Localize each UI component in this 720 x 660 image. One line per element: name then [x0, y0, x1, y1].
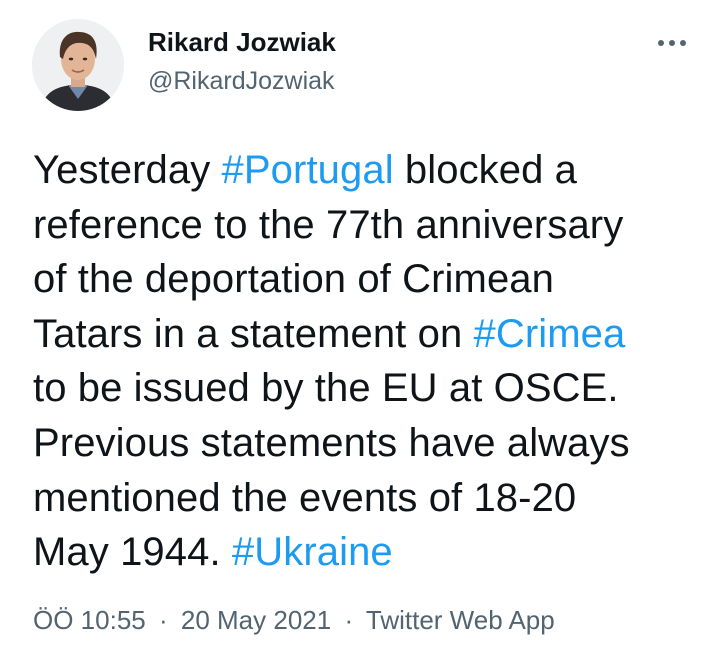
tweet-date[interactable]: 20 May 2021: [181, 605, 331, 635]
tweet-text-line: Yesterday #Portugal blocked a: [33, 143, 703, 198]
hashtag-link[interactable]: #Ukraine: [232, 530, 393, 574]
tweet-text: Yesterday #Portugal blocked a reference t…: [33, 143, 703, 580]
tweet-text-line: May 1944. #Ukraine: [33, 525, 703, 580]
tweet-text-segment: mentioned the events of 18-20: [33, 475, 577, 520]
tweet-text-segment: Previous statements have always: [33, 420, 630, 465]
tweet-text-segment: reference to the 77th anniversary: [33, 202, 624, 247]
meta-separator: ·: [158, 605, 168, 635]
tweet-text-segment: May 1944.: [33, 530, 232, 575]
tweet-text-line: reference to the 77th anniversary: [33, 198, 703, 253]
tweet-text-segment: blocked a: [393, 148, 578, 192]
tweet-text-segment: to be issued by the EU at OSCE.: [33, 366, 619, 411]
dot: [669, 40, 675, 46]
avatar-photo: [32, 19, 124, 111]
tweet-text-line: of the deportation of Crimean: [33, 252, 703, 307]
tweet-card: Rikard Jozwiak @RikardJozwiak Yesterday …: [0, 0, 720, 660]
tweet-source[interactable]: Twitter Web App: [366, 605, 555, 635]
author-block: Rikard Jozwiak @RikardJozwiak: [148, 27, 336, 96]
tweet-time[interactable]: ÖÖ 10:55: [33, 605, 146, 635]
tweet-text-segment: of the deportation of Crimean: [33, 257, 554, 302]
hashtag-link[interactable]: #Crimea: [474, 312, 626, 356]
dot: [680, 40, 686, 46]
tweet-text-line: mentioned the events of 18-20: [33, 471, 703, 526]
tweet-text-segment: Yesterday: [33, 148, 222, 192]
dot: [658, 40, 664, 46]
author-handle[interactable]: @RikardJozwiak: [148, 66, 336, 96]
tweet-meta: ÖÖ 10:55 · 20 May 2021 · Twitter Web App: [33, 604, 555, 636]
tweet-text-segment: Tatars in a statement on: [33, 311, 474, 356]
avatar[interactable]: [32, 19, 124, 111]
hashtag-link[interactable]: #Portugal: [222, 148, 394, 192]
author-display-name[interactable]: Rikard Jozwiak: [148, 27, 336, 57]
tweet-text-line: Previous statements have always: [33, 416, 703, 471]
more-options-icon[interactable]: [654, 30, 690, 56]
meta-separator: ·: [344, 605, 354, 635]
tweet-text-line: Tatars in a statement on #Crimea: [33, 307, 703, 362]
tweet-text-line: to be issued by the EU at OSCE.: [33, 361, 703, 416]
